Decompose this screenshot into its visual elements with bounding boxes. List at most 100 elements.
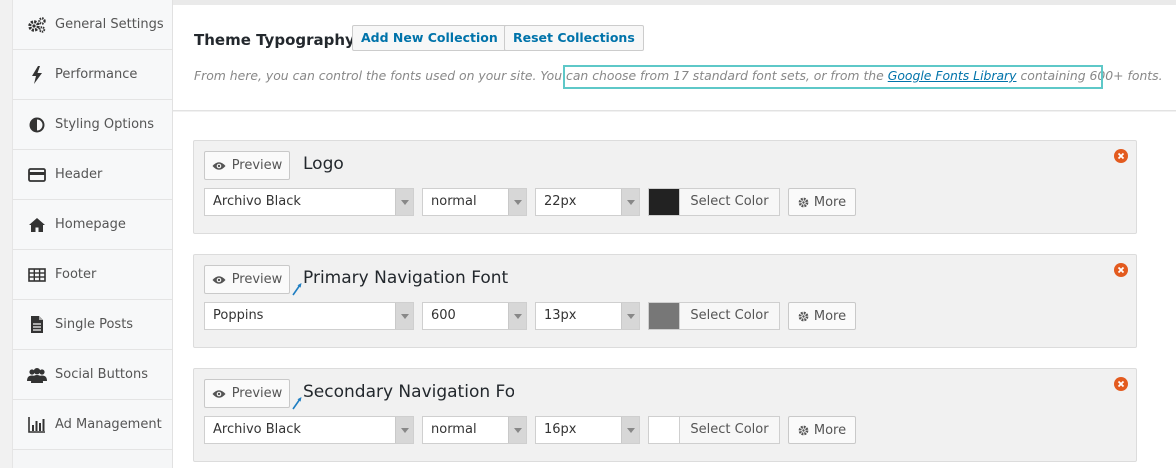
font-size-value: 16px [544, 422, 577, 437]
description-text: From here, you can control the fonts use… [194, 68, 888, 83]
sidebar-item-homepage[interactable]: Homepage [13, 200, 172, 250]
sidebar-item-label: Homepage [55, 217, 126, 232]
font-size-select[interactable]: 13px [535, 302, 640, 330]
font-collection-logo: Preview Logo Archivo Black normal 22px S… [193, 140, 1137, 234]
sidebar: General Settings Performance Styling Opt… [12, 0, 173, 468]
sidebar-item-label: Footer [55, 267, 97, 282]
reset-collections-button[interactable]: Reset Collections [504, 25, 644, 51]
font-collections: Preview Logo Archivo Black normal 22px S… [173, 112, 1176, 468]
chevron-down-icon [395, 303, 413, 329]
sidebar-item-ad-management[interactable]: Ad Management [13, 400, 172, 450]
more-button[interactable]: More [788, 416, 856, 444]
chevron-down-icon [508, 189, 526, 215]
sidebar-item-styling-options[interactable]: Styling Options [13, 100, 172, 150]
gear-icon [798, 197, 809, 208]
bolt-icon [27, 65, 47, 84]
font-family-select[interactable]: Archivo Black [204, 416, 414, 444]
chevron-down-icon [508, 417, 526, 443]
chevron-down-icon [395, 417, 413, 443]
sidebar-item-social-buttons[interactable]: Social Buttons [13, 350, 172, 400]
sidebar-item-label: Header [55, 167, 103, 182]
sidebar-item-footer[interactable]: Footer [13, 250, 172, 300]
font-size-value: 22px [544, 194, 577, 209]
add-new-collection-button[interactable]: Add New Collection [352, 25, 507, 51]
sidebar-item-label: Performance [55, 67, 138, 82]
more-button[interactable]: More [788, 188, 856, 216]
eye-icon [212, 275, 226, 285]
font-weight-value: normal [431, 422, 477, 437]
page-title: Theme Typography [194, 31, 355, 49]
close-icon[interactable] [1114, 149, 1128, 163]
font-family-select[interactable]: Poppins [204, 302, 414, 330]
font-size-select[interactable]: 16px [535, 416, 640, 444]
font-family-select[interactable]: Archivo Black [204, 188, 414, 216]
font-name: Primary Navigation Font [303, 268, 509, 288]
more-label: More [813, 308, 847, 324]
sidebar-item-general-settings[interactable]: General Settings [13, 0, 172, 50]
sidebar-item-label: Styling Options [55, 117, 155, 132]
eye-icon [212, 389, 226, 399]
gears-icon [27, 16, 47, 34]
document-icon [27, 316, 47, 334]
chevron-down-icon [621, 417, 639, 443]
arrow-pointer-icon [291, 281, 303, 300]
color-picker-button[interactable]: Select Color [648, 302, 780, 330]
arrow-pointer-icon [291, 395, 303, 414]
gear-icon [798, 425, 809, 436]
description-text-end: containing 600+ fonts. [1016, 68, 1163, 83]
preview-button[interactable]: Preview [204, 265, 290, 294]
chevron-down-icon [621, 189, 639, 215]
sidebar-item-performance[interactable]: Performance [13, 50, 172, 100]
gear-icon [798, 311, 809, 322]
font-size-select[interactable]: 22px [535, 188, 640, 216]
home-icon [27, 216, 47, 234]
color-swatch [649, 303, 680, 329]
color-picker-button[interactable]: Select Color [648, 416, 780, 444]
more-button[interactable]: More [788, 302, 856, 330]
close-icon[interactable] [1114, 377, 1128, 391]
sidebar-item-single-posts[interactable]: Single Posts [13, 300, 172, 350]
font-weight-select[interactable]: normal [422, 188, 527, 216]
font-collection-secondary-navigation: Preview Secondary Navigation Fon Archivo… [193, 368, 1137, 462]
font-weight-value: 600 [431, 308, 456, 323]
users-icon [27, 366, 47, 384]
font-weight-select[interactable]: 600 [422, 302, 527, 330]
font-family-value: Archivo Black [213, 422, 301, 437]
credit-card-icon [27, 166, 47, 184]
font-weight-value: normal [431, 194, 477, 209]
font-weight-select[interactable]: normal [422, 416, 527, 444]
chevron-down-icon [508, 303, 526, 329]
chevron-down-icon [395, 189, 413, 215]
sidebar-item-label: Ad Management [55, 417, 162, 432]
typography-description: From here, you can control the fonts use… [194, 68, 1163, 83]
preview-button[interactable]: Preview [204, 379, 290, 408]
more-label: More [813, 422, 847, 438]
preview-label: Preview [231, 272, 283, 287]
font-size-value: 13px [544, 308, 577, 323]
sidebar-item-label: General Settings [55, 17, 164, 32]
font-family-value: Poppins [213, 308, 264, 323]
select-color-label: Select Color [690, 194, 769, 209]
color-swatch [649, 189, 680, 215]
eye-icon [212, 161, 226, 171]
main-panel: Theme Typography Add New Collection Rese… [173, 0, 1176, 468]
select-color-label: Select Color [690, 308, 769, 323]
chevron-down-icon [621, 303, 639, 329]
table-icon [27, 266, 47, 284]
color-swatch [649, 417, 680, 443]
close-icon[interactable] [1114, 263, 1128, 277]
font-name: Secondary Navigation Fon [303, 382, 514, 402]
sidebar-item-label: Single Posts [55, 317, 134, 332]
color-picker-button[interactable]: Select Color [648, 188, 780, 216]
font-collection-primary-navigation: Preview Primary Navigation Font Poppins … [193, 254, 1137, 348]
font-family-value: Archivo Black [213, 194, 301, 209]
contrast-icon [27, 116, 47, 134]
google-fonts-link[interactable]: Google Fonts Library [888, 68, 1017, 83]
more-label: More [813, 194, 847, 210]
typography-header: Theme Typography Add New Collection Rese… [173, 5, 1176, 111]
sidebar-item-header[interactable]: Header [13, 150, 172, 200]
preview-label: Preview [231, 386, 283, 401]
font-name: Logo [303, 154, 344, 174]
bar-chart-icon [27, 416, 47, 434]
preview-button[interactable]: Preview [204, 151, 290, 180]
